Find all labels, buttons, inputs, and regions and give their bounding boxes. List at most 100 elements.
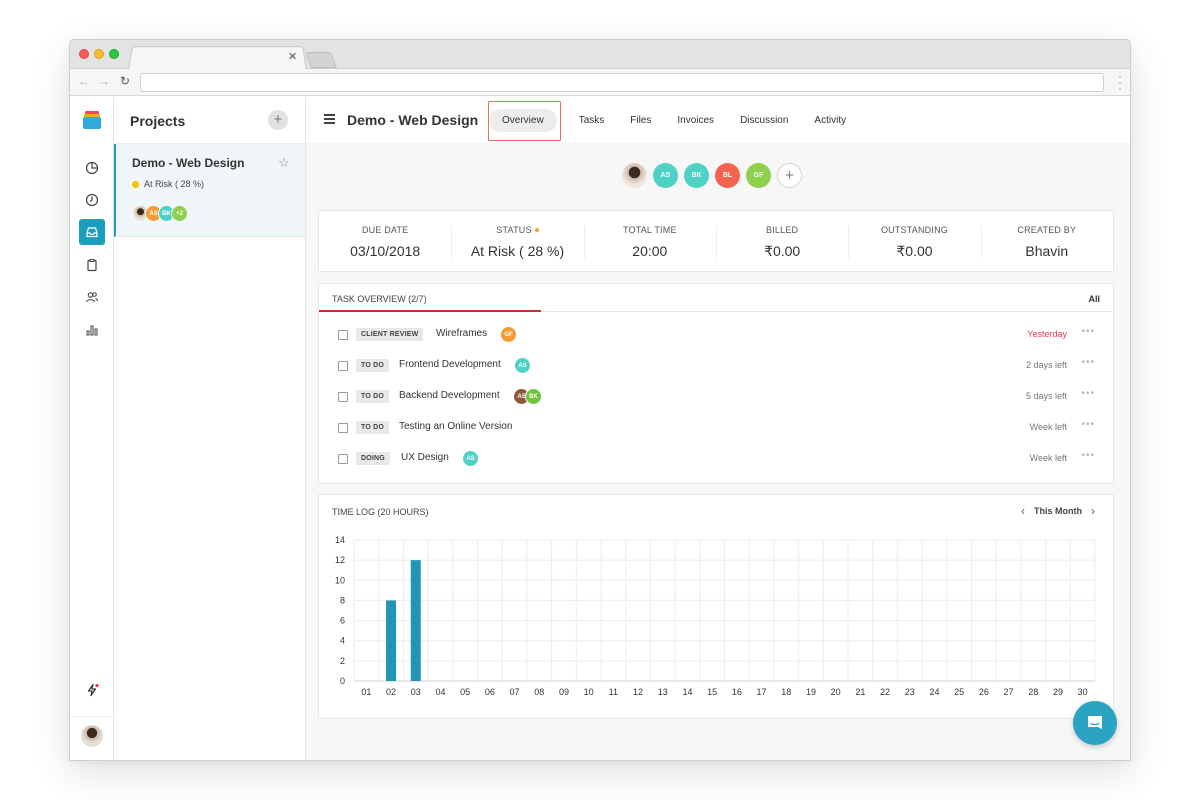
more-options-icon[interactable]: ••• [1081,419,1095,430]
task-checkbox[interactable] [338,330,348,340]
logo-icon[interactable] [83,111,101,129]
app: Projects + Demo - Web Design ☆ At Risk (… [70,97,1130,760]
chat-icon [1088,716,1102,729]
projects-header: Projects + [114,97,305,144]
task-name[interactable]: UX Design [401,452,449,463]
avatar[interactable]: +2 [171,205,188,222]
forward-arrow-icon[interactable]: → [98,74,110,88]
x-tick-label: 20 [831,687,841,697]
task-assignees: AS [514,357,531,374]
minimize-window-button[interactable] [94,49,104,59]
x-tick-label: 26 [979,687,989,697]
task-status-tag: TO DO [356,390,390,403]
task-row[interactable]: DOING UX Design AS Week left ••• [319,444,1115,475]
main-content: Demo - Web Design Overview Tasks Files I… [306,97,1130,760]
users-icon[interactable] [79,284,105,310]
task-row[interactable]: CLIENT REVIEW Wireframes GF Yesterday ••• [319,320,1115,351]
avatar[interactable]: BK [525,388,542,405]
project-status-text: At Risk ( 28 %) [144,179,205,189]
main-header: Demo - Web Design Overview Tasks Files I… [306,97,1130,143]
add-member-button[interactable]: + [777,163,802,188]
project-card[interactable]: Demo - Web Design ☆ At Risk ( 28 %) AS BK… [114,144,305,237]
browser-tab[interactable] [128,46,307,71]
task-checkbox[interactable] [338,392,348,402]
next-period-icon[interactable]: › [1091,504,1095,518]
bar-chart-icon[interactable] [79,317,105,343]
more-options-icon[interactable]: ••• [1081,450,1095,461]
task-assignees: GF [500,326,517,343]
avatar[interactable]: AS [514,357,531,374]
user-avatar[interactable] [81,725,103,747]
tab-tasks[interactable]: Tasks [579,115,605,126]
more-options-icon[interactable]: ••• [1081,388,1095,399]
task-name[interactable]: Frontend Development [399,359,501,370]
period-label[interactable]: This Month [1034,506,1082,516]
task-checkbox[interactable] [338,423,348,433]
x-tick-label: 15 [707,687,717,697]
new-tab-button[interactable] [305,52,337,68]
avatar[interactable]: BL [715,163,740,188]
avatar[interactable] [622,163,647,188]
task-row[interactable]: TO DO Frontend Development AS 2 days left ••… [319,351,1115,382]
browser-menu-icon[interactable]: · · · [1118,70,1122,94]
project-name: Demo - Web Design [132,156,245,170]
stat-label: BILLED [766,225,799,235]
add-project-button[interactable]: + [268,110,288,130]
stat-value: ₹0.00 [896,243,933,259]
x-tick-label: 25 [954,687,964,697]
stat-label: DUE DATE [361,225,409,235]
tab-files[interactable]: Files [630,115,651,126]
avatar[interactable]: GF [746,163,771,188]
task-row[interactable]: TO DO Backend Development AS BK 5 days left •… [319,382,1115,413]
prev-period-icon[interactable]: ‹ [1021,504,1025,518]
pie-chart-icon[interactable] [79,155,105,181]
x-tick-label: 10 [584,687,594,697]
avatar[interactable]: AS [653,163,678,188]
task-filter-all[interactable]: All [1088,294,1100,304]
tab-discussion[interactable]: Discussion [740,115,788,126]
projects-title: Projects [130,113,186,129]
back-arrow-icon[interactable]: ← [78,74,90,88]
task-checkbox[interactable] [338,454,348,464]
x-tick-label: 28 [1028,687,1038,697]
more-options-icon[interactable]: ••• [1081,326,1095,337]
url-input[interactable] [140,73,1104,92]
avatar[interactable]: AS [462,450,479,467]
tab-activity[interactable]: Activity [814,115,846,126]
task-name[interactable]: Backend Development [399,390,500,401]
chat-button[interactable] [1073,701,1117,745]
stat-label: STATUS [451,225,583,235]
task-checkbox[interactable] [338,361,348,371]
maximize-window-button[interactable] [109,49,119,59]
x-tick-label: 23 [905,687,915,697]
clock-icon[interactable] [79,187,105,213]
more-options-icon[interactable]: ••• [1081,357,1095,368]
y-tick-label: 10 [335,575,345,585]
avatar[interactable]: GF [500,326,517,343]
y-tick-label: 0 [340,676,345,686]
browser-window: ✕ ← → ↻ · · · Projects + Demo - Web Desi… [69,39,1131,761]
close-window-button[interactable] [79,49,89,59]
x-tick-label: 22 [880,687,890,697]
x-tick-label: 24 [929,687,939,697]
tab-close-icon[interactable]: ✕ [288,50,297,63]
task-name[interactable]: Wireframes [436,328,487,339]
task-due: Week left [1029,422,1067,432]
avatar[interactable]: BK [684,163,709,188]
hamburger-menu-icon[interactable] [324,114,335,124]
lightning-icon[interactable] [79,677,105,703]
inbox-icon[interactable] [79,219,105,245]
clipboard-icon[interactable] [79,252,105,278]
tab-invoices[interactable]: Invoices [677,115,714,126]
task-row[interactable]: TO DO Testing an Online Version Week left •… [319,413,1115,444]
stat-outstanding: OUTSTANDING ₹0.00 [848,211,980,271]
reload-icon[interactable]: ↻ [120,74,130,88]
task-overview-title: TASK OVERVIEW (2/7) [332,294,427,304]
task-overview-panel: TASK OVERVIEW (2/7) All CLIENT REVIEW Wir… [318,283,1114,484]
star-icon[interactable]: ☆ [278,155,290,171]
task-name[interactable]: Testing an Online Version [399,421,512,432]
period-selector: ‹ This Month › [1021,504,1095,518]
x-tick-label: 17 [757,687,767,697]
x-tick-label: 16 [732,687,742,697]
y-tick-label: 12 [335,555,345,565]
